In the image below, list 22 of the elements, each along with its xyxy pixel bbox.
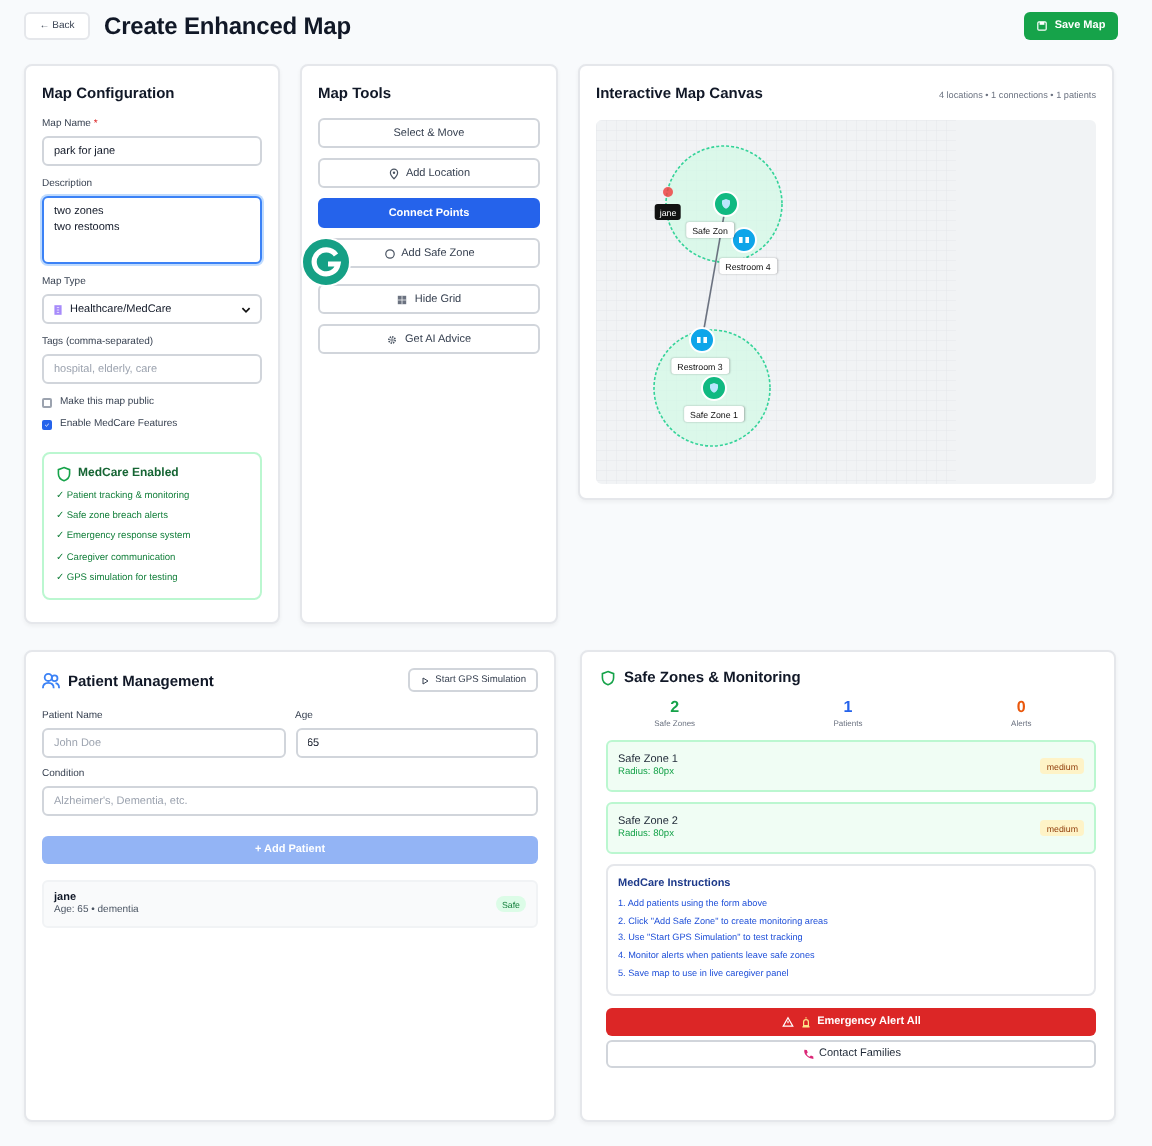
save-icon [1036, 20, 1049, 32]
gear-icon [386, 333, 399, 345]
users-icon [42, 671, 60, 689]
stat-value: 1 [841, 698, 855, 716]
checkbox[interactable] [42, 397, 52, 407]
checkbox[interactable] [42, 419, 52, 429]
play-icon [419, 675, 430, 685]
phone-icon [801, 1048, 814, 1060]
building-icon [52, 303, 64, 315]
chevron-down-icon [240, 303, 252, 315]
circle-icon [383, 247, 396, 259]
warning-icon [781, 1016, 794, 1028]
stat-value: 0 [1014, 698, 1028, 716]
shield-icon [600, 669, 616, 685]
pin-icon [387, 167, 400, 179]
stat-value: 2 [668, 698, 682, 716]
page-title: Create Enhanced Map [104, 12, 353, 40]
shield-icon [56, 466, 72, 482]
siren-icon [799, 1016, 812, 1028]
grid-icon [396, 293, 409, 305]
check-icon [44, 421, 50, 427]
patient-dot [662, 186, 674, 198]
